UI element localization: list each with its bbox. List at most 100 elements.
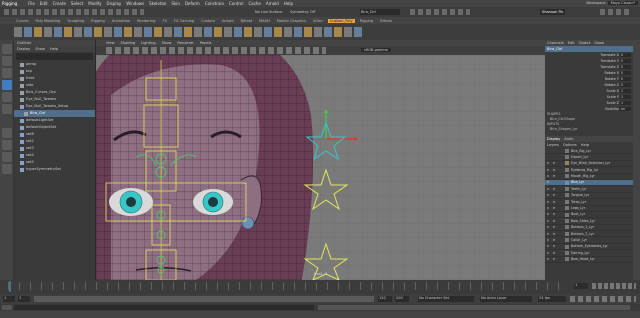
outliner-item[interactable]: top	[14, 68, 95, 75]
lasso-tool-icon[interactable]	[2, 56, 12, 66]
playback-controls[interactable]	[592, 283, 636, 289]
outliner-item[interactable]: defaultObjectSet	[14, 124, 95, 131]
select-tool-icon[interactable]	[2, 44, 12, 54]
layout-four-icon[interactable]	[2, 140, 12, 150]
attribute-value[interactable]: 1	[620, 95, 631, 99]
layer-color-swatch[interactable]	[565, 244, 569, 249]
menu-windows[interactable]: Windows	[126, 1, 144, 6]
live-surface-label[interactable]: No Live Surface	[255, 9, 282, 15]
cb-menu-object[interactable]: Object	[579, 40, 591, 46]
shelf-tab[interactable]: Poly Modeling	[33, 19, 62, 23]
shelf-tab[interactable]: Animation	[110, 19, 132, 23]
shelf-tab[interactable]: Arnold	[220, 19, 236, 23]
outliner-item[interactable]: defaultLightSet	[14, 117, 95, 124]
menu-display[interactable]: Display	[107, 1, 122, 6]
channel-attribute[interactable]: Visibility on	[545, 106, 633, 112]
outliner-item[interactable]: front	[14, 75, 95, 82]
mode-selector[interactable]: Rigging	[2, 1, 17, 6]
menu-arnold[interactable]: Arnold	[266, 1, 279, 6]
shelf-tab[interactable]: Bifrost	[239, 19, 255, 23]
key-icons[interactable]	[570, 296, 636, 302]
layer-color-swatch[interactable]	[565, 148, 569, 153]
outliner-menu-help[interactable]: Help	[50, 46, 58, 52]
current-frame-marker[interactable]	[9, 281, 11, 292]
shelf-tab[interactable]: FX	[160, 19, 169, 23]
shelf-tab[interactable]: Rendering	[135, 19, 157, 23]
outliner-item[interactable]: side	[14, 82, 95, 89]
layer-color-swatch[interactable]	[565, 231, 569, 236]
menu-deform[interactable]: Deform	[185, 1, 200, 6]
shelf-tab[interactable]: Curves	[14, 19, 30, 23]
layer-color-swatch[interactable]	[565, 187, 569, 192]
layout-single-icon[interactable]	[2, 128, 12, 138]
playback-end-field[interactable]: 120	[378, 296, 392, 302]
menu-skeleton[interactable]: Skeleton	[149, 1, 166, 6]
user-account[interactable]: Shannon Pic	[540, 9, 566, 15]
layer-color-swatch[interactable]	[565, 174, 569, 179]
paint-select-icon[interactable]	[2, 68, 12, 78]
attribute-value[interactable]: 0	[620, 77, 631, 81]
menu-select[interactable]: Select	[71, 1, 83, 6]
status-icons[interactable]	[4, 9, 144, 15]
outliner-item[interactable]: Bira_Ctrl	[14, 110, 95, 117]
menu-create[interactable]: Create	[53, 1, 66, 6]
anim-layer-field[interactable]: No Anim Layer	[480, 296, 532, 302]
start-frame-field[interactable]: 1	[3, 296, 15, 302]
layer-color-swatch[interactable]	[565, 199, 569, 204]
menu-edit[interactable]: Edit	[40, 1, 48, 6]
settings-icon[interactable]	[600, 9, 630, 15]
shelf-tab[interactable]: Rigging	[358, 19, 376, 23]
command-input[interactable]	[14, 305, 314, 310]
layer-color-swatch[interactable]	[565, 238, 569, 243]
shelf-tab[interactable]: MASH	[257, 19, 272, 23]
character-set-field[interactable]: No Character Set	[418, 296, 474, 302]
attribute-value[interactable]: 0	[620, 71, 631, 75]
colorspace-label[interactable]: sRGB gamma	[361, 48, 391, 52]
scale-tool-icon[interactable]	[2, 104, 12, 114]
move-tool-icon[interactable]	[2, 80, 12, 90]
cb-menu-show[interactable]: Show	[594, 40, 604, 46]
outliner-item[interactable]: set2	[14, 138, 95, 145]
outliner-item[interactable]: set4	[14, 152, 95, 159]
range-bar[interactable]	[34, 296, 374, 302]
attribute-value[interactable]: 0	[620, 65, 631, 69]
shelf-tab[interactable]: FX Caching	[172, 19, 196, 23]
outliner-menu-show[interactable]: Show	[35, 46, 45, 52]
fps-field[interactable]: 24 fps	[538, 296, 566, 302]
time-slider[interactable]: 1	[0, 280, 640, 294]
menu-control[interactable]: Control	[229, 1, 243, 6]
layer-playback-toggle[interactable]: P	[551, 173, 557, 179]
shelf-tab[interactable]: Motion Graphics	[275, 19, 308, 23]
layer-color-swatch[interactable]	[565, 167, 569, 172]
layer-color-swatch[interactable]	[565, 225, 569, 230]
menu-cache[interactable]: Cache	[248, 1, 260, 6]
panel-tool-icons[interactable]	[106, 47, 326, 54]
outliner-item[interactable]: set3	[14, 145, 95, 152]
outliner-icon[interactable]	[2, 164, 12, 174]
layer-color-swatch[interactable]	[565, 180, 569, 185]
attribute-value[interactable]: 0	[620, 59, 631, 63]
playback-start-field[interactable]: 1	[18, 296, 30, 302]
layer-menu-layers[interactable]: Layers	[547, 142, 559, 148]
layer-color-swatch[interactable]	[565, 257, 569, 262]
render-icons[interactable]	[410, 9, 470, 15]
menu-modify[interactable]: Modify	[88, 1, 101, 6]
layer-row[interactable]: V P Bow_Head_Lyr	[545, 257, 633, 264]
symmetry-label[interactable]: Symmetry: Off	[290, 9, 315, 15]
outliner-menu-display[interactable]: Display	[17, 46, 30, 52]
side-tab-strip[interactable]	[633, 40, 640, 280]
rotate-tool-icon[interactable]	[2, 92, 12, 102]
workspace-selector[interactable]: Workspace: Maya Classic*	[586, 1, 638, 5]
outliner-item[interactable]: Eye_Null_Tweaks	[14, 96, 95, 103]
layer-color-swatch[interactable]	[565, 193, 569, 198]
shelf-tab[interactable]: Bifrost	[378, 19, 394, 23]
current-frame-field[interactable]: 1	[574, 283, 588, 289]
shelf-tab[interactable]: XGen	[311, 19, 325, 23]
layer-color-swatch[interactable]	[565, 212, 569, 217]
layer-color-swatch[interactable]	[565, 161, 569, 166]
outliner-item[interactable]: persp	[14, 61, 95, 68]
end-frame-field[interactable]: 200	[395, 296, 409, 302]
attribute-value[interactable]: 1	[620, 89, 631, 93]
menu-help[interactable]: Help	[284, 1, 293, 6]
shelf-tab-active[interactable]: Custom_Poly	[327, 18, 355, 23]
